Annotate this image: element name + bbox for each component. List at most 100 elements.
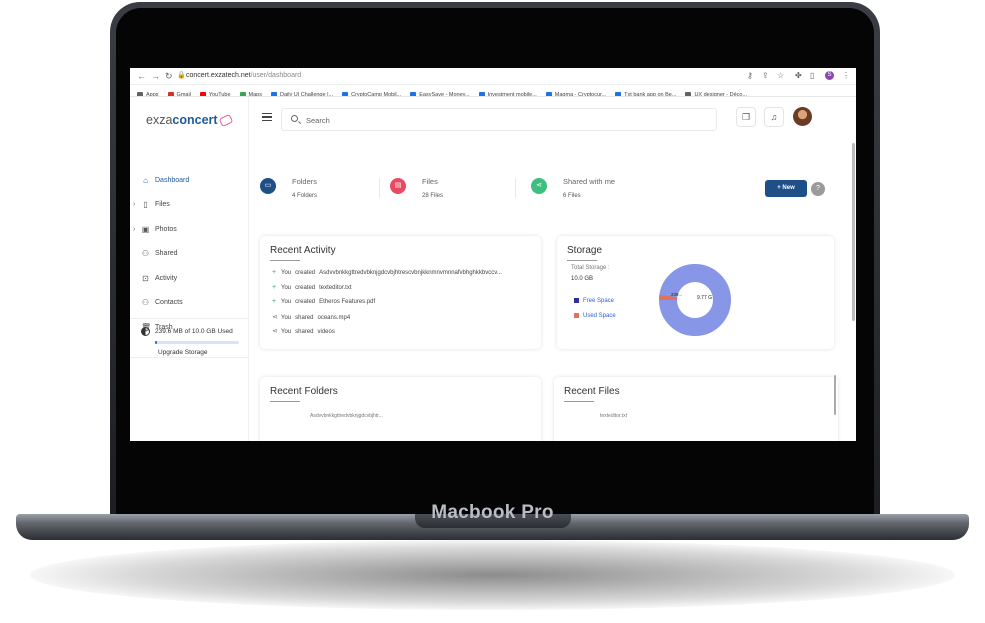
plus-icon: + [272, 283, 277, 291]
stat-title: Folders [292, 177, 318, 186]
storage-used-text: 239.6 MB of 10.0 GB Used [155, 328, 233, 335]
menu-icon[interactable] [262, 113, 272, 121]
share-icon: ⋖ [531, 178, 547, 194]
divider [515, 178, 516, 198]
sidebar-item-label: Photos [155, 225, 177, 233]
stat-count: 4 Folders [292, 193, 318, 199]
card-title: Recent Folders [270, 386, 338, 397]
activity-target: oceans.mp4 [317, 314, 351, 321]
donut-free-label: 9.77 G [697, 295, 712, 301]
bookmark-item[interactable]: Gmail [167, 89, 191, 96]
activity-user: You [281, 329, 292, 335]
people-icon: ⚇ [141, 249, 150, 258]
bookmark-item[interactable]: YouTube [199, 89, 231, 96]
activity-item[interactable]: + You created Etheros Features.pdf [272, 298, 379, 310]
card-title: Storage [567, 245, 603, 256]
share-icon: ⋖ [272, 328, 278, 335]
stat-title: Files [422, 177, 438, 186]
sidepanel-icon[interactable]: ▯ [810, 71, 814, 80]
chevron-right-icon[interactable]: › [133, 226, 135, 233]
clipboard-icon[interactable]: ❐ [736, 107, 756, 127]
browser-window: ← → ↻ 🔒 concert.exzatech.net/user/dashbo… [130, 68, 856, 441]
contacts-icon: ⚇ [141, 298, 150, 307]
activity-item[interactable]: ⋖ You shared oceans.mp4 [272, 313, 354, 325]
activity-item[interactable]: ⋖ You shared videos [272, 327, 339, 339]
legend-label: Free Space [583, 298, 615, 305]
stat-count: 6 Files [563, 193, 581, 199]
profile-avatar[interactable]: S [825, 71, 834, 80]
sidebar-item-photos[interactable]: › ▣ Photos [130, 219, 249, 239]
bookmark-item[interactable]: CryptoCamp Mobil... [342, 89, 401, 96]
total-storage-label: Total Storage : [571, 265, 610, 271]
storage-donut-chart: 239... 9.77 G [659, 264, 731, 336]
bookmark-item[interactable]: Daily UI Challenge |... [271, 89, 333, 96]
extensions-icon[interactable]: ✤ [795, 71, 802, 80]
bookmark-item[interactable]: UX designer - Déco... [685, 89, 747, 96]
stat-title: Shared with me [563, 177, 616, 186]
image-icon: ▣ [141, 224, 150, 234]
bookmark-item[interactable]: Txt bank app on Be... [615, 89, 676, 96]
sidebar-item-shared[interactable]: ⚇ Shared [130, 244, 249, 264]
activity-action: shared [295, 314, 314, 321]
app-logo[interactable]: exzaconcert [146, 113, 233, 128]
storage-progress-bar [155, 341, 239, 344]
activity-item[interactable]: + You created texteditor.txt [272, 284, 356, 296]
bell-icon[interactable]: ♫ [764, 107, 784, 127]
search-input[interactable] [306, 112, 706, 128]
upgrade-storage-link[interactable]: Upgrade Storage [158, 349, 208, 356]
star-icon[interactable]: ☆ [777, 71, 784, 80]
user-avatar[interactable] [793, 107, 812, 126]
activity-action: created [295, 299, 316, 305]
activity-item[interactable]: + You created Asdvvbnkkgttredvbknjgdcvbjhtr… [272, 269, 506, 281]
activity-action: created [295, 270, 316, 276]
bookmark-item[interactable]: Apps [137, 89, 159, 96]
sidebar-item-label: Shared [155, 250, 178, 257]
divider [379, 178, 380, 198]
more-icon[interactable]: ⋮ [842, 71, 850, 80]
bookmark-item[interactable]: Maps [239, 89, 262, 96]
activity-user: You [281, 314, 292, 321]
search-box [281, 108, 717, 131]
address-bar[interactable]: concert.exzatech.net/user/dashboard [186, 71, 301, 81]
folder-name[interactable]: Asdvvbnkkgttredvbknjgdcvbjhtr... [310, 413, 383, 419]
plus-icon: + [777, 185, 781, 191]
file-name[interactable]: texteditor.txt [600, 413, 627, 419]
activity-user: You [281, 284, 292, 291]
recent-files-card: Recent Files texteditor.txt [554, 377, 838, 441]
new-button[interactable]: + New [765, 180, 807, 197]
total-storage-value: 10.0 GB [571, 276, 594, 282]
storage-summary: 239.6 MB of 10.0 GB Used Upgrade Storage [130, 318, 249, 358]
bookmark-item[interactable]: Investment mobile... [478, 89, 537, 96]
forward-icon[interactable]: → [151, 70, 160, 82]
top-bar: ❐ ♫ [249, 97, 856, 141]
cards-scrollbar[interactable] [834, 375, 836, 415]
activity-icon: ⊡ [142, 273, 149, 283]
key-icon[interactable]: ⚷ [747, 71, 753, 80]
activity-target: Etheros Features.pdf [319, 299, 376, 305]
chevron-right-icon[interactable]: › [133, 201, 135, 208]
legend-label: Used Space [583, 313, 616, 320]
title-underline [270, 401, 300, 402]
activity-user: You [281, 270, 292, 276]
plus-icon: + [272, 269, 277, 276]
file-icon: ▯ [143, 200, 148, 209]
donut-used-label: 239... [671, 292, 682, 297]
sidebar-item-files[interactable]: › ▯ Files [130, 195, 249, 215]
sidebar-item-activity[interactable]: ⊡ Activity [130, 268, 249, 288]
share-page-icon[interactable]: ⇪ [762, 71, 769, 80]
reload-icon[interactable]: ↻ [165, 70, 173, 82]
pie-chart-icon [141, 327, 150, 336]
back-icon[interactable]: ← [137, 70, 146, 82]
page-scrollbar[interactable] [852, 143, 855, 321]
activity-user: You [281, 299, 292, 305]
bookmark-item[interactable]: Magma - Cryptocur... [545, 89, 606, 96]
sidebar-item-dashboard[interactable]: ⌂ Dashboard [130, 170, 249, 190]
legend-item: Used Space [574, 313, 616, 319]
bookmark-item[interactable]: EasySave - Money... [410, 89, 470, 96]
sidebar-item-contacts[interactable]: ⚇ Contacts [130, 293, 249, 313]
bookmarks-bar: Apps Gmail YouTube Maps Daily UI Challenge |… [130, 85, 856, 97]
sidebar: exzaconcert ⌂ Dashboard › ▯ Files › ▣ Photos ⚇ Sh… [130, 97, 249, 441]
title-underline [567, 260, 597, 261]
folder-icon: ▭ [260, 178, 276, 194]
help-icon[interactable]: ? [811, 182, 825, 196]
